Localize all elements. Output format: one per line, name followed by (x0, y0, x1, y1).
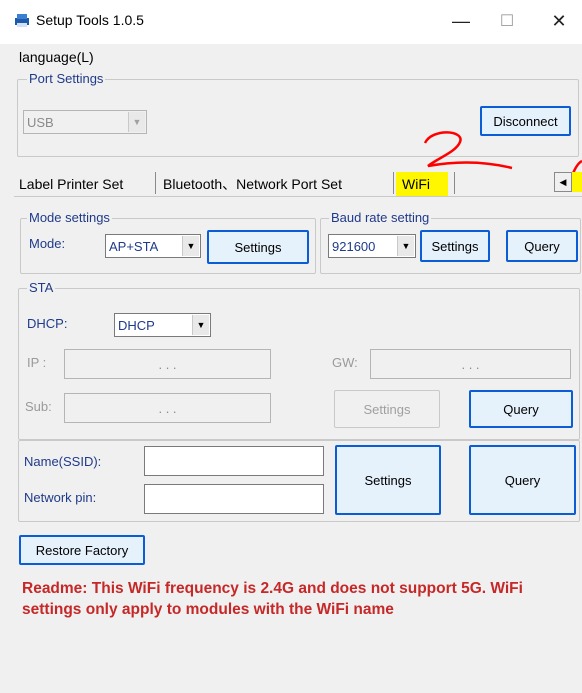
restore-factory-button[interactable]: Restore Factory (19, 535, 145, 565)
sub-dots: . . . (158, 400, 177, 416)
tab-separator (393, 172, 394, 194)
ip-field[interactable]: . . . (64, 349, 271, 379)
close-button[interactable]: ✕ (536, 6, 582, 36)
mode-settings-button[interactable]: Settings (207, 230, 309, 264)
baud-query-button[interactable]: Query (506, 230, 578, 262)
tab-scroll-left-button[interactable]: ◀ (554, 172, 572, 192)
network-pin-input[interactable] (144, 484, 324, 514)
tab-wifi[interactable]: WiFi (396, 172, 448, 196)
tab-scroll-right-button[interactable] (572, 172, 582, 192)
minimize-button[interactable]: — (438, 6, 484, 36)
gw-dots: . . . (461, 356, 480, 372)
wifi-settings-button[interactable]: Settings (335, 445, 441, 515)
mode-label: Mode: (29, 236, 66, 251)
mode-settings-legend: Mode settings (27, 210, 112, 225)
port-select[interactable]: USB ▼ (23, 110, 147, 134)
baud-rate-select[interactable]: 921600 ▼ (328, 234, 416, 258)
sta-settings-button[interactable]: Settings (334, 390, 440, 428)
tab-label-printer-set[interactable]: Label Printer Set (15, 172, 127, 196)
ssid-label: Name(SSID): (24, 454, 102, 469)
tab-bluetooth-network[interactable]: Bluetooth、Network Port Set (159, 172, 346, 196)
mode-select[interactable]: AP+STA ▼ (105, 234, 201, 258)
menu-language[interactable]: language(L) (19, 49, 94, 65)
dhcp-select[interactable]: DHCP ▼ (114, 313, 211, 337)
baud-settings-button[interactable]: Settings (420, 230, 490, 262)
tab-separator (454, 172, 455, 194)
window-title: Setup Tools 1.0.5 (36, 12, 144, 28)
sub-label: Sub: (25, 399, 52, 414)
chevron-down-icon: ▼ (182, 236, 199, 256)
sub-field[interactable]: . . . (64, 393, 271, 423)
dhcp-label: DHCP: (27, 316, 68, 331)
pin-label: Network pin: (24, 490, 97, 505)
ip-label: IP : (27, 355, 47, 370)
tab-separator (155, 172, 156, 194)
app-icon (15, 14, 29, 27)
chevron-left-icon: ◀ (559, 176, 567, 187)
ip-dots: . . . (158, 356, 177, 372)
readme-text: Readme: This WiFi frequency is 2.4G and … (22, 580, 523, 618)
baud-rate-legend: Baud rate setting (329, 210, 432, 225)
baud-rate-value: 921600 (332, 238, 376, 254)
sta-legend: STA (27, 280, 56, 295)
gw-field[interactable]: . . . (370, 349, 571, 379)
ssid-input[interactable] (144, 446, 324, 476)
mode-value: AP+STA (109, 238, 159, 254)
port-value: USB (27, 114, 54, 130)
sta-query-button[interactable]: Query (469, 390, 573, 428)
dhcp-value: DHCP (118, 317, 155, 333)
maximize-button[interactable]: ☐ (484, 6, 530, 36)
wifi-query-button[interactable]: Query (469, 445, 576, 515)
port-settings-legend: Port Settings (27, 71, 106, 86)
chevron-down-icon: ▼ (397, 236, 414, 256)
chevron-down-icon: ▼ (128, 112, 145, 132)
chevron-down-icon: ▼ (192, 315, 209, 335)
gw-label: GW: (332, 355, 358, 370)
